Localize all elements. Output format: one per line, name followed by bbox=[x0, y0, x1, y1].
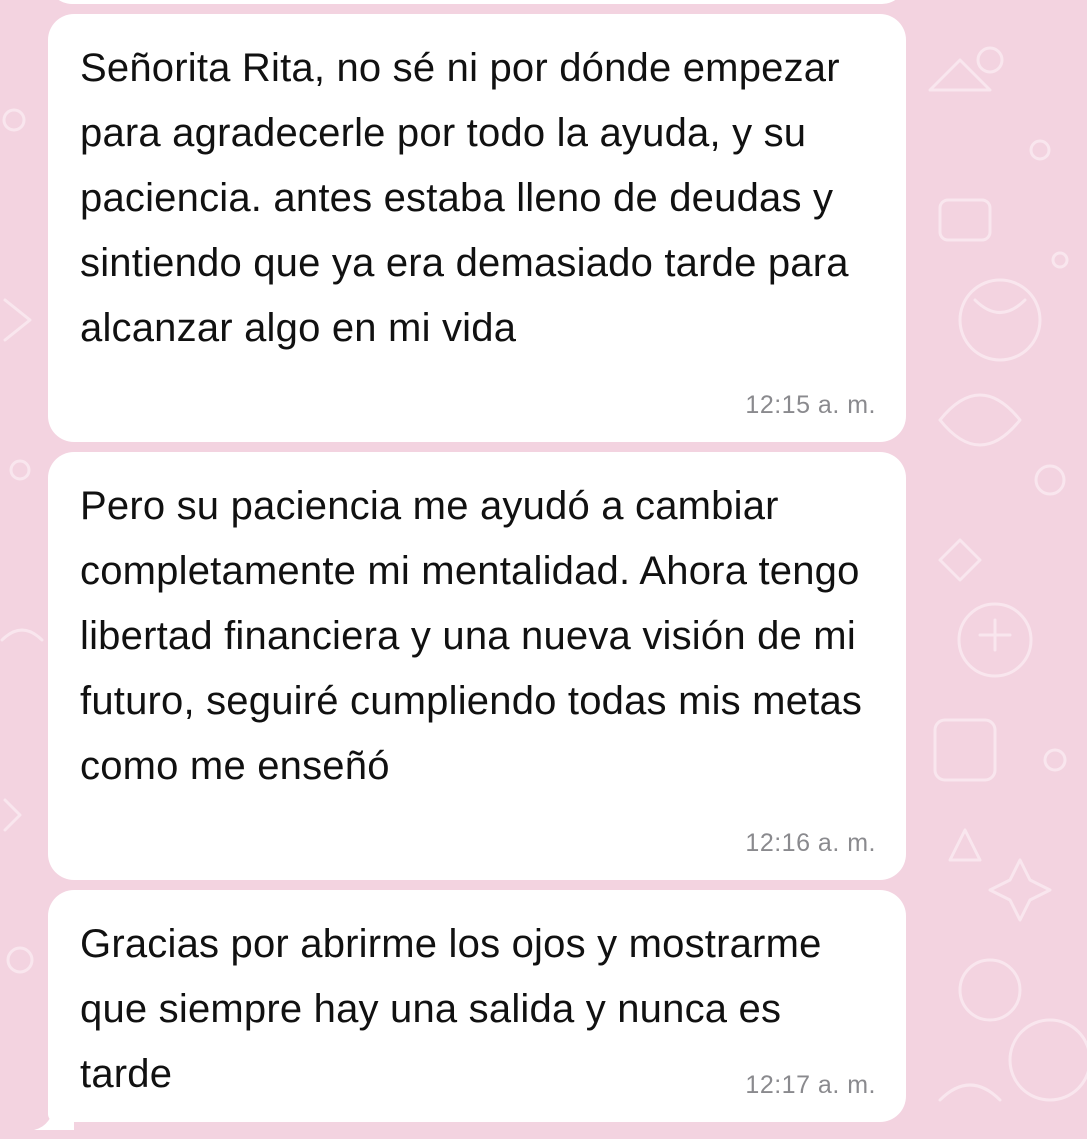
previous-message-bubble-edge bbox=[48, 0, 906, 4]
message-timestamp: 12:17 a. m. bbox=[745, 1071, 876, 1099]
message-bubble[interactable]: Señorita Rita, no sé ni por dónde empeza… bbox=[48, 14, 906, 442]
message-timestamp: 12:15 a. m. bbox=[745, 391, 876, 419]
message-bubble[interactable]: Pero su paciencia me ayudó a cambiar com… bbox=[48, 452, 906, 880]
message-text: Pero su paciencia me ayudó a cambiar com… bbox=[80, 484, 863, 788]
message-timestamp: 12:16 a. m. bbox=[745, 829, 876, 857]
message-text: Señorita Rita, no sé ni por dónde empeza… bbox=[80, 46, 849, 350]
message-bubble[interactable]: Gracias por abrirme los ojos y mostrarme… bbox=[48, 890, 906, 1122]
